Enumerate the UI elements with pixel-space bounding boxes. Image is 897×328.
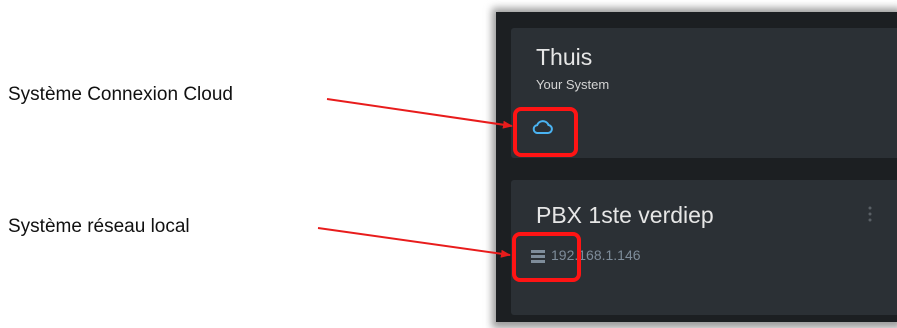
- annotation-arrows: [317, 98, 513, 258]
- arrow-to-server-icon: [317, 227, 511, 258]
- arrow-to-cloud-icon: [326, 98, 513, 129]
